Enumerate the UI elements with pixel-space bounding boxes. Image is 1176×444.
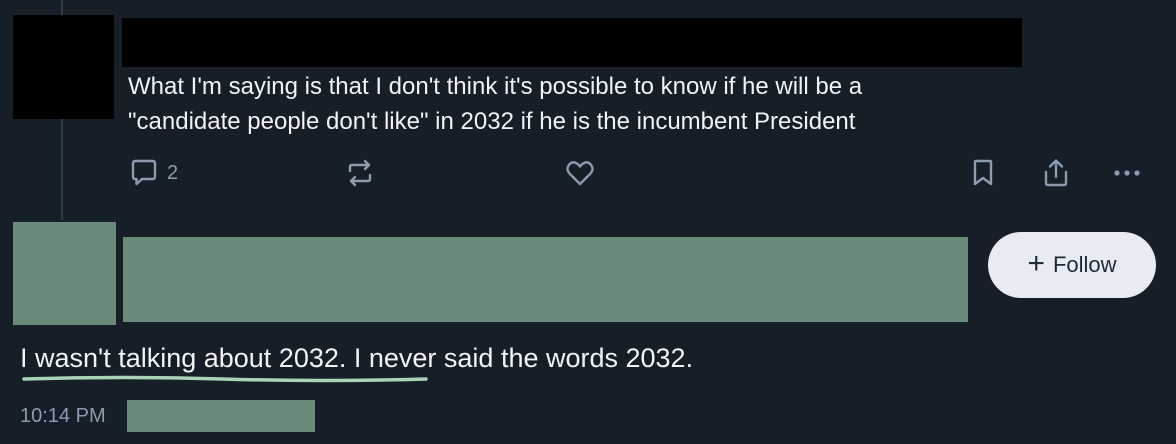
reply-button[interactable]: 2 — [127, 155, 178, 191]
parent-post-text: What I'm saying is that I don't think it… — [128, 69, 1128, 139]
like-icon — [563, 156, 597, 190]
author-name-redacted — [122, 18, 1022, 67]
bookmark-icon — [966, 156, 1000, 190]
repost-button[interactable] — [343, 155, 377, 191]
like-button[interactable] — [563, 155, 597, 191]
avatar-redacted[interactable] — [13, 15, 114, 119]
plus-icon: + — [1027, 247, 1045, 280]
follow-button[interactable]: + Follow — [988, 232, 1156, 298]
thread-view: What I'm saying is that I don't think it… — [0, 0, 1176, 444]
follow-label: Follow — [1052, 252, 1117, 277]
parent-post-text-line: What I'm saying is that I don't think it… — [128, 73, 863, 100]
avatar-redacted[interactable] — [13, 222, 116, 325]
reply-count: 2 — [167, 161, 179, 184]
author-name-redacted[interactable] — [123, 237, 968, 322]
highlight-underline — [22, 375, 428, 383]
more-icon — [1110, 156, 1144, 190]
share-icon — [1039, 156, 1073, 190]
more-options-button[interactable] — [1110, 155, 1144, 191]
parent-post-text-line: "candidate people don't like" in 2032 if… — [128, 108, 856, 135]
post-timestamp[interactable]: 10:14 PM — [20, 401, 106, 431]
post-text: I wasn't talking about 2032. I never sai… — [20, 343, 694, 373]
date-redacted — [127, 400, 315, 432]
share-button[interactable] — [1039, 155, 1073, 191]
bookmark-button[interactable] — [966, 155, 1000, 191]
repost-icon — [343, 156, 377, 190]
reply-icon — [127, 156, 161, 190]
